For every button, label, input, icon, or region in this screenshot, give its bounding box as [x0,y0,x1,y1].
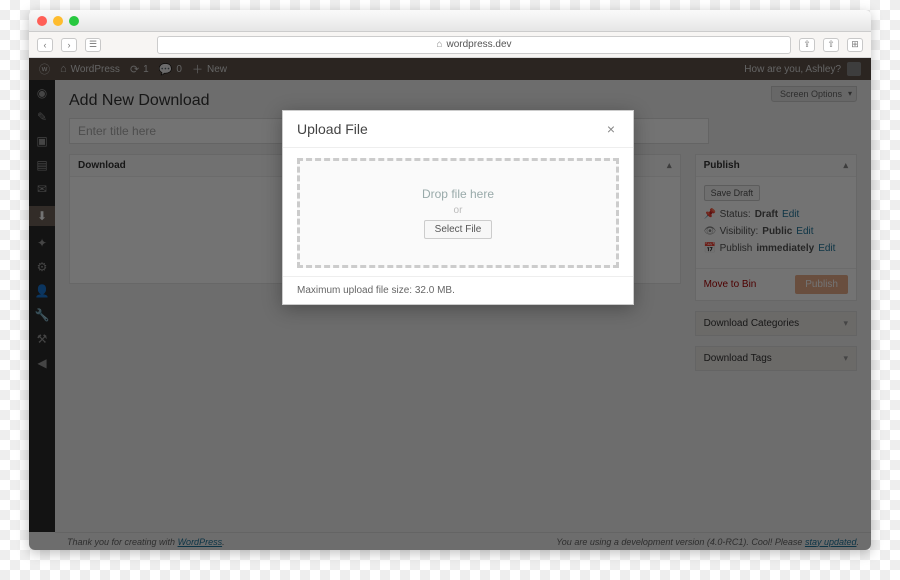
upload-file-modal: Upload File × Drop file here or Select F… [282,110,634,305]
close-window-icon[interactable] [37,16,47,26]
back-button[interactable]: ‹ [37,38,53,52]
viewport: ⓦ ⌂ WordPress ⟳ 1 💬 0 ＋ New [29,58,871,550]
lock-icon: ⌂ [436,39,442,50]
tabs-button[interactable]: ⊞ [847,38,863,52]
mac-titlebar [29,10,871,32]
zoom-window-icon[interactable] [69,16,79,26]
modal-footer-text: Maximum upload file size: 32.0 MB. [283,276,633,304]
reader-button[interactable]: ⇪ [799,38,815,52]
minimize-window-icon[interactable] [53,16,63,26]
file-dropzone[interactable]: Drop file here or Select File [297,158,619,268]
address-text: wordpress.dev [447,39,512,50]
share-button[interactable]: ⇧ [823,38,839,52]
dropzone-or: or [454,205,463,216]
modal-title: Upload File [297,121,368,137]
forward-button[interactable]: › [61,38,77,52]
sidebar-button[interactable]: ☰ [85,38,101,52]
close-icon[interactable]: × [603,121,619,137]
select-file-button[interactable]: Select File [424,220,493,239]
mac-window: ‹ › ☰ ⌂ wordpress.dev ⇪ ⇧ ⊞ ⓦ ⌂ WordPres… [29,10,871,550]
address-bar[interactable]: ⌂ wordpress.dev [157,36,791,54]
dropzone-text: Drop file here [422,187,494,201]
browser-toolbar: ‹ › ☰ ⌂ wordpress.dev ⇪ ⇧ ⊞ [29,32,871,58]
